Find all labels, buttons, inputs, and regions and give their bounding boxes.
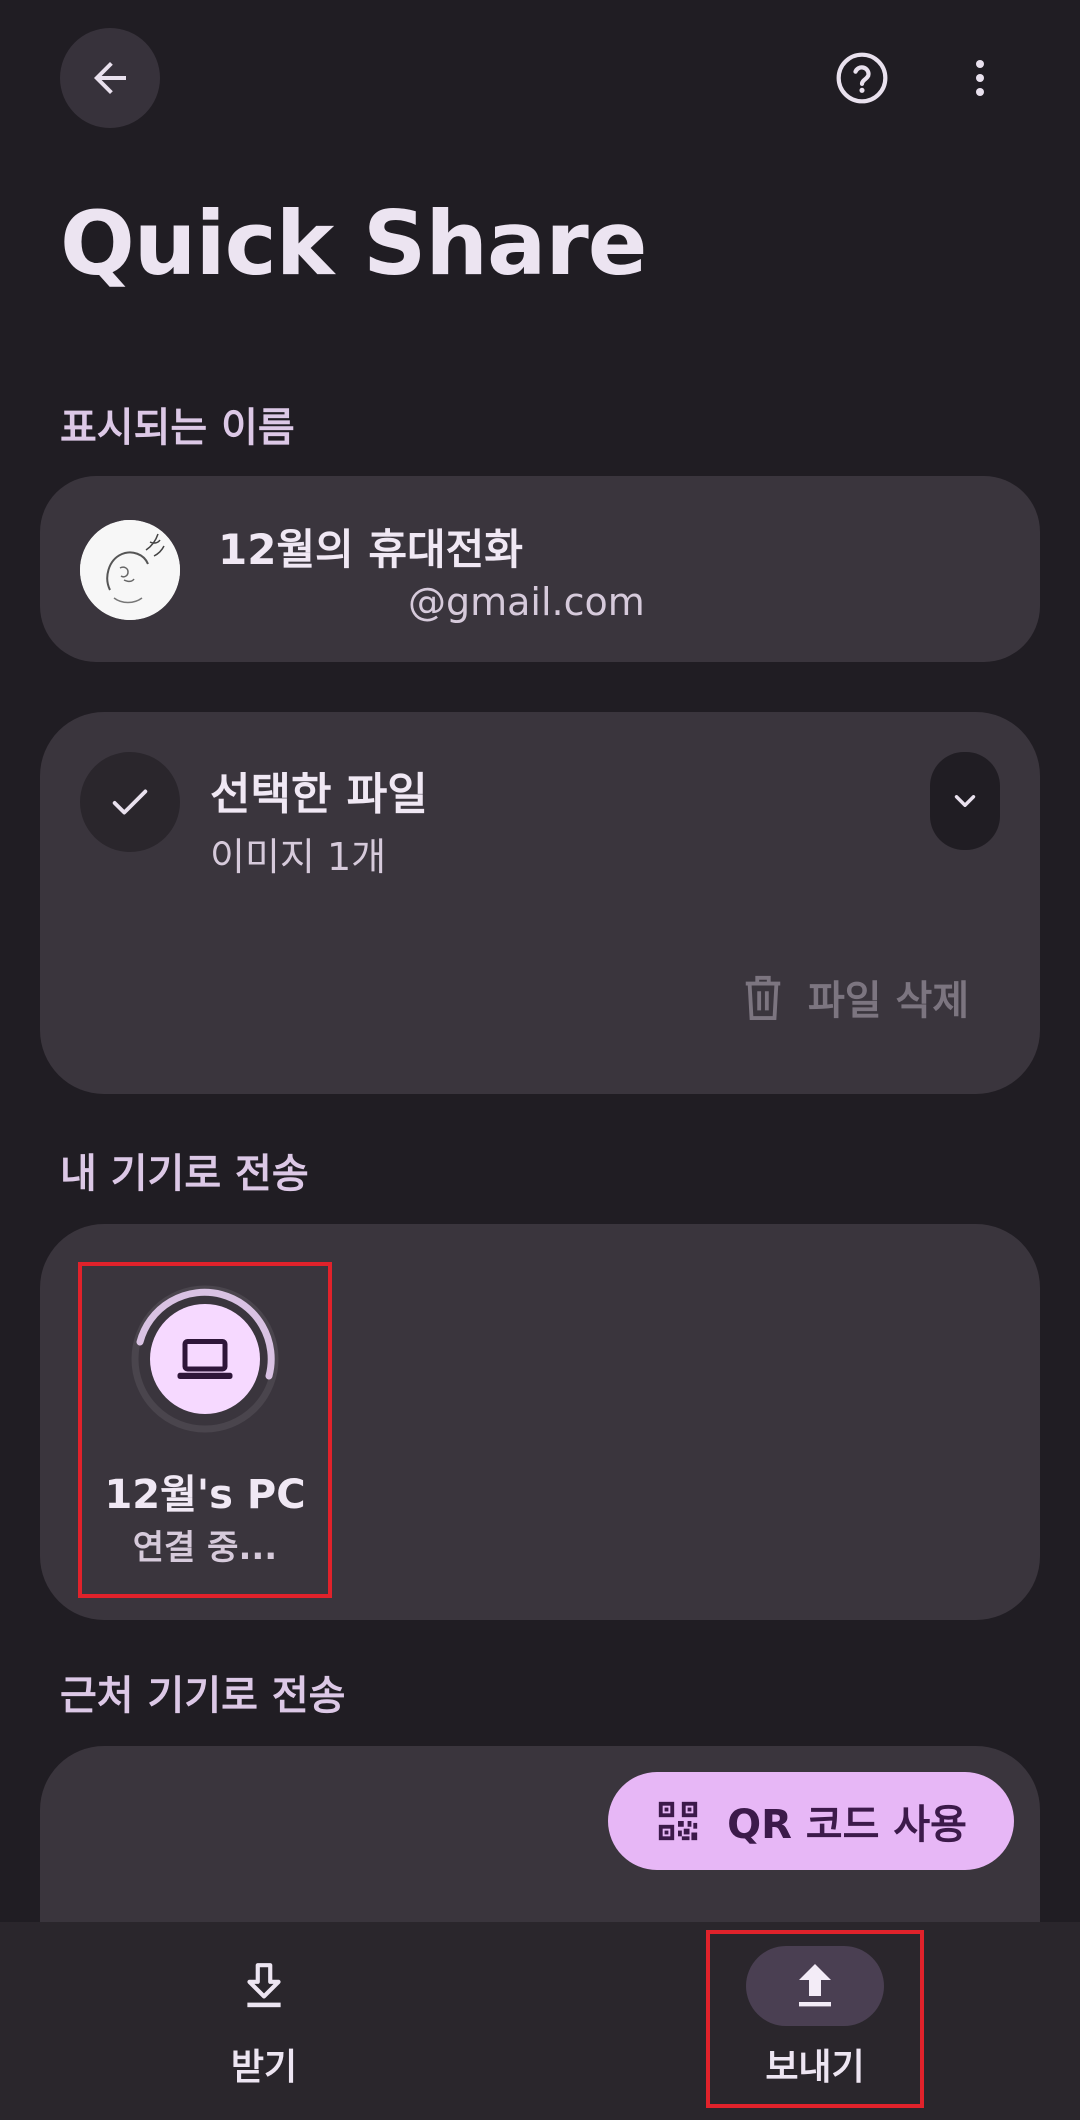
chevron-down-icon xyxy=(954,795,976,807)
display-name-section-label: 표시되는 이름 xyxy=(60,405,295,451)
display-name-card[interactable] xyxy=(40,476,1040,662)
upload-icon xyxy=(799,1964,831,2007)
back-button[interactable] xyxy=(60,28,160,128)
nearby-section-label: 근처 기기로 전송 xyxy=(60,1673,346,1719)
selected-check xyxy=(80,752,180,852)
help-icon xyxy=(836,52,888,104)
help-button[interactable] xyxy=(826,42,898,114)
back-arrow-icon xyxy=(94,62,126,94)
nav-receive[interactable]: 받기 xyxy=(164,1946,364,2096)
use-qr-code-label: QR 코드 사용 xyxy=(727,1802,967,1848)
nav-send-label: 보내기 xyxy=(765,2047,865,2088)
selected-files-card xyxy=(40,712,1040,1094)
use-qr-code-button[interactable]: QR 코드 사용 xyxy=(608,1772,1014,1870)
avatar xyxy=(80,520,180,620)
expand-files-button[interactable] xyxy=(930,752,1000,850)
nav-receive-label: 받기 xyxy=(230,2047,298,2088)
device-name: 12월's PC xyxy=(104,1472,306,1518)
qr-code-icon xyxy=(658,1801,698,1841)
device-display-name: 12월의 휴대전화 xyxy=(218,525,523,574)
delete-files-button[interactable]: 파일 삭제 xyxy=(740,968,969,1026)
laptop-icon xyxy=(177,1339,233,1379)
check-icon xyxy=(112,789,148,815)
account-email: @gmail.com xyxy=(408,580,645,624)
delete-files-label: 파일 삭제 xyxy=(808,978,970,1024)
my-devices-section-label: 내 기기로 전송 xyxy=(60,1151,309,1197)
device-status: 연결 중... xyxy=(132,1528,278,1568)
download-icon xyxy=(247,1963,281,2008)
selected-files-count: 이미지 1개 xyxy=(210,835,387,879)
more-options-button[interactable] xyxy=(944,42,1016,114)
nav-send-active-indicator xyxy=(746,1946,884,2026)
page-title: Quick Share xyxy=(60,192,647,295)
nav-send[interactable]: 보내기 xyxy=(706,1930,924,2108)
device-icon-container xyxy=(150,1304,260,1414)
selected-files-title: 선택한 파일 xyxy=(210,769,428,820)
more-vert-icon xyxy=(976,60,984,96)
trash-icon xyxy=(745,975,781,1020)
